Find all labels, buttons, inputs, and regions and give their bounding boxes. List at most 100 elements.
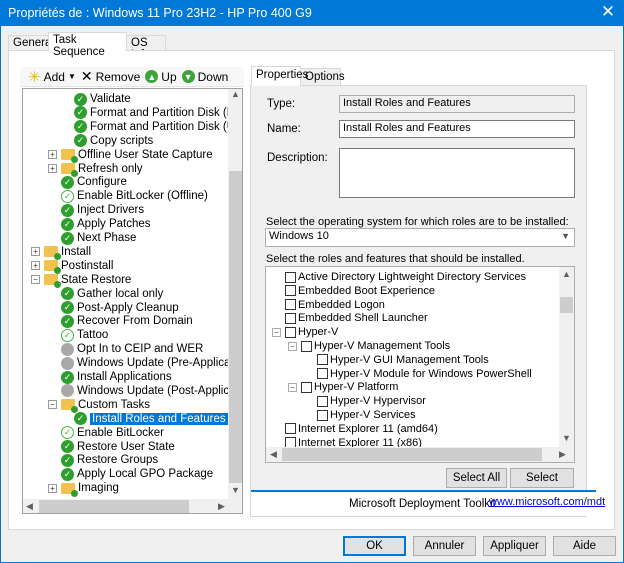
- tree-item[interactable]: ✓ Install Roles and Features: [72, 412, 228, 426]
- tree-item[interactable]: ✓ Copy scripts: [72, 134, 153, 148]
- mdt-link[interactable]: www.microsoft.com/mdt: [489, 496, 605, 508]
- role-checkbox[interactable]: [301, 340, 312, 352]
- collapse-icon[interactable]: −: [31, 275, 40, 285]
- role-item[interactable]: Hyper-V GUI Management Tools: [304, 353, 489, 367]
- role-checkbox[interactable]: [285, 312, 296, 324]
- name-input[interactable]: Install Roles and Features: [339, 120, 575, 138]
- tree-item[interactable]: ✓ Validate: [72, 92, 131, 106]
- tree-item[interactable]: ✓ Post-Apply Cleanup: [48, 301, 179, 315]
- expand-icon[interactable]: +: [48, 164, 57, 173]
- tree-item[interactable]: ✓ Restore User State: [48, 440, 175, 454]
- description-textarea[interactable]: [339, 148, 575, 198]
- role-item[interactable]: Hyper-V Services: [304, 408, 416, 422]
- role-item[interactable]: − Hyper-V Platform: [288, 380, 398, 394]
- tree-item[interactable]: ✓ Enable BitLocker: [48, 426, 164, 440]
- tree-item[interactable]: + Imaging: [48, 481, 119, 497]
- role-item[interactable]: Embedded Logon: [272, 298, 385, 312]
- tree-item[interactable]: ✓ Opt In to CEIP and WER: [48, 342, 203, 356]
- apply-button[interactable]: Appliquer: [483, 536, 546, 556]
- role-item[interactable]: Embedded Shell Launcher: [272, 311, 428, 325]
- scrollbar-thumb[interactable]: [282, 448, 542, 461]
- add-button[interactable]: ✳ Add ▼: [28, 68, 76, 86]
- role-checkbox[interactable]: [285, 271, 296, 283]
- scroll-up-icon[interactable]: ▲: [559, 267, 574, 281]
- tree-item[interactable]: ✓ Enable BitLocker (Offline): [48, 189, 208, 203]
- scroll-right-icon[interactable]: ▶: [218, 501, 225, 512]
- tree-horizontal-scrollbar[interactable]: ◀ ▶: [23, 499, 242, 513]
- role-checkbox[interactable]: [317, 409, 328, 421]
- scroll-down-icon[interactable]: ▼: [559, 433, 574, 443]
- tree-item[interactable]: ✓ Apply Patches: [48, 217, 151, 231]
- role-checkbox[interactable]: [317, 368, 328, 380]
- collapse-icon[interactable]: −: [48, 400, 57, 410]
- collapse-icon[interactable]: −: [288, 341, 297, 351]
- scrollbar-thumb[interactable]: [39, 500, 189, 513]
- roles-horizontal-scrollbar[interactable]: ◀ ▶: [266, 447, 574, 462]
- tree-item[interactable]: + Postinstall: [31, 259, 113, 275]
- tree-item[interactable]: + Offline User State Capture: [48, 148, 213, 164]
- tree-item[interactable]: ✓ Gather local only: [48, 287, 163, 301]
- tree-item[interactable]: ✓ Configure: [48, 175, 127, 189]
- tree-item[interactable]: ✓ Inject Drivers: [48, 203, 144, 217]
- collapse-icon[interactable]: −: [272, 327, 281, 337]
- scroll-up-icon[interactable]: ▲: [228, 89, 242, 103]
- scroll-left-icon[interactable]: ◀: [270, 449, 277, 460]
- help-button[interactable]: Aide: [553, 536, 616, 556]
- tree-item[interactable]: ✓ Restore Groups: [48, 453, 158, 467]
- role-item[interactable]: − Hyper-V: [272, 325, 338, 339]
- tree-item[interactable]: ✓ Install Applications: [48, 370, 172, 384]
- expand-icon[interactable]: +: [48, 483, 57, 493]
- tree-item[interactable]: ✓Windows Update (Pre-Application Inst: [48, 356, 242, 370]
- role-checkbox[interactable]: [301, 381, 312, 393]
- role-checkbox[interactable]: [285, 299, 296, 311]
- remove-button[interactable]: ✕ Remove: [81, 68, 140, 85]
- role-item[interactable]: Hyper-V Hypervisor: [304, 394, 426, 408]
- tree-vertical-scrollbar[interactable]: ▲ ▼: [228, 89, 242, 500]
- scroll-right-icon[interactable]: ▶: [559, 449, 566, 460]
- tree-item[interactable]: ✓ Next Phase: [48, 231, 136, 245]
- tree-item[interactable]: ✓Windows Update (Post-Application Ins: [48, 384, 242, 398]
- role-checkbox[interactable]: [285, 326, 296, 338]
- tree-item[interactable]: ✓ Format and Partition Disk (BIOS): [72, 106, 242, 120]
- close-icon[interactable]: ✕: [598, 2, 618, 22]
- task-sequence-tree[interactable]: ✓ Validate ✓ Format and Partition Disk (BIO…: [22, 88, 243, 514]
- role-item[interactable]: Hyper-V Module for Windows PowerShell: [304, 367, 532, 381]
- tab-properties[interactable]: Properties: [251, 66, 308, 86]
- role-item[interactable]: Embedded Boot Experience: [272, 284, 435, 298]
- expand-icon[interactable]: +: [48, 150, 57, 160]
- role-item[interactable]: Internet Explorer 11 (amd64): [272, 422, 438, 436]
- role-item[interactable]: Active Directory Lightweight Directory S…: [272, 270, 526, 284]
- tab-general[interactable]: General: [8, 35, 54, 51]
- expand-icon[interactable]: +: [31, 261, 40, 271]
- role-item[interactable]: − Hyper-V Management Tools: [288, 339, 450, 353]
- tree-item[interactable]: ✓ Recover From Domain: [48, 314, 193, 328]
- tree-item[interactable]: + Refresh only: [48, 162, 143, 177]
- down-button[interactable]: ▼ Down: [181, 70, 228, 84]
- scrollbar-thumb[interactable]: [229, 171, 242, 483]
- select-all-button[interactable]: Select All: [446, 468, 507, 488]
- tree-item[interactable]: ✓ Apply Local GPO Package: [48, 467, 213, 481]
- scroll-down-icon[interactable]: ▼: [228, 485, 242, 495]
- role-checkbox[interactable]: [317, 395, 328, 407]
- up-button[interactable]: ▲ Up: [145, 70, 177, 84]
- tab-task-sequence[interactable]: Task Sequence: [48, 32, 127, 58]
- tree-item[interactable]: ✓ Tattoo: [48, 328, 108, 342]
- roles-tree[interactable]: Active Directory Lightweight Directory S…: [265, 266, 575, 463]
- select-none-button[interactable]: Select None: [510, 468, 574, 502]
- tree-item[interactable]: + Install: [31, 245, 91, 261]
- scroll-left-icon[interactable]: ◀: [26, 501, 33, 512]
- role-checkbox[interactable]: [317, 354, 328, 366]
- tree-item[interactable]: ✓ Format and Partition Disk (UEFI): [72, 120, 242, 134]
- tree-item[interactable]: − Custom Tasks: [48, 398, 150, 414]
- role-checkbox[interactable]: [285, 423, 296, 435]
- collapse-icon[interactable]: −: [288, 382, 297, 392]
- role-checkbox[interactable]: [285, 285, 296, 297]
- ok-button[interactable]: OK: [343, 536, 406, 556]
- tab-os-info[interactable]: OS Info: [126, 35, 166, 61]
- scrollbar-thumb[interactable]: [560, 297, 573, 313]
- tree-item[interactable]: − State Restore: [31, 273, 131, 289]
- os-select[interactable]: Windows 10 ▼: [265, 228, 575, 247]
- expand-icon[interactable]: +: [31, 247, 40, 257]
- roles-vertical-scrollbar[interactable]: ▲ ▼: [559, 267, 574, 447]
- cancel-button[interactable]: Annuler: [413, 536, 476, 556]
